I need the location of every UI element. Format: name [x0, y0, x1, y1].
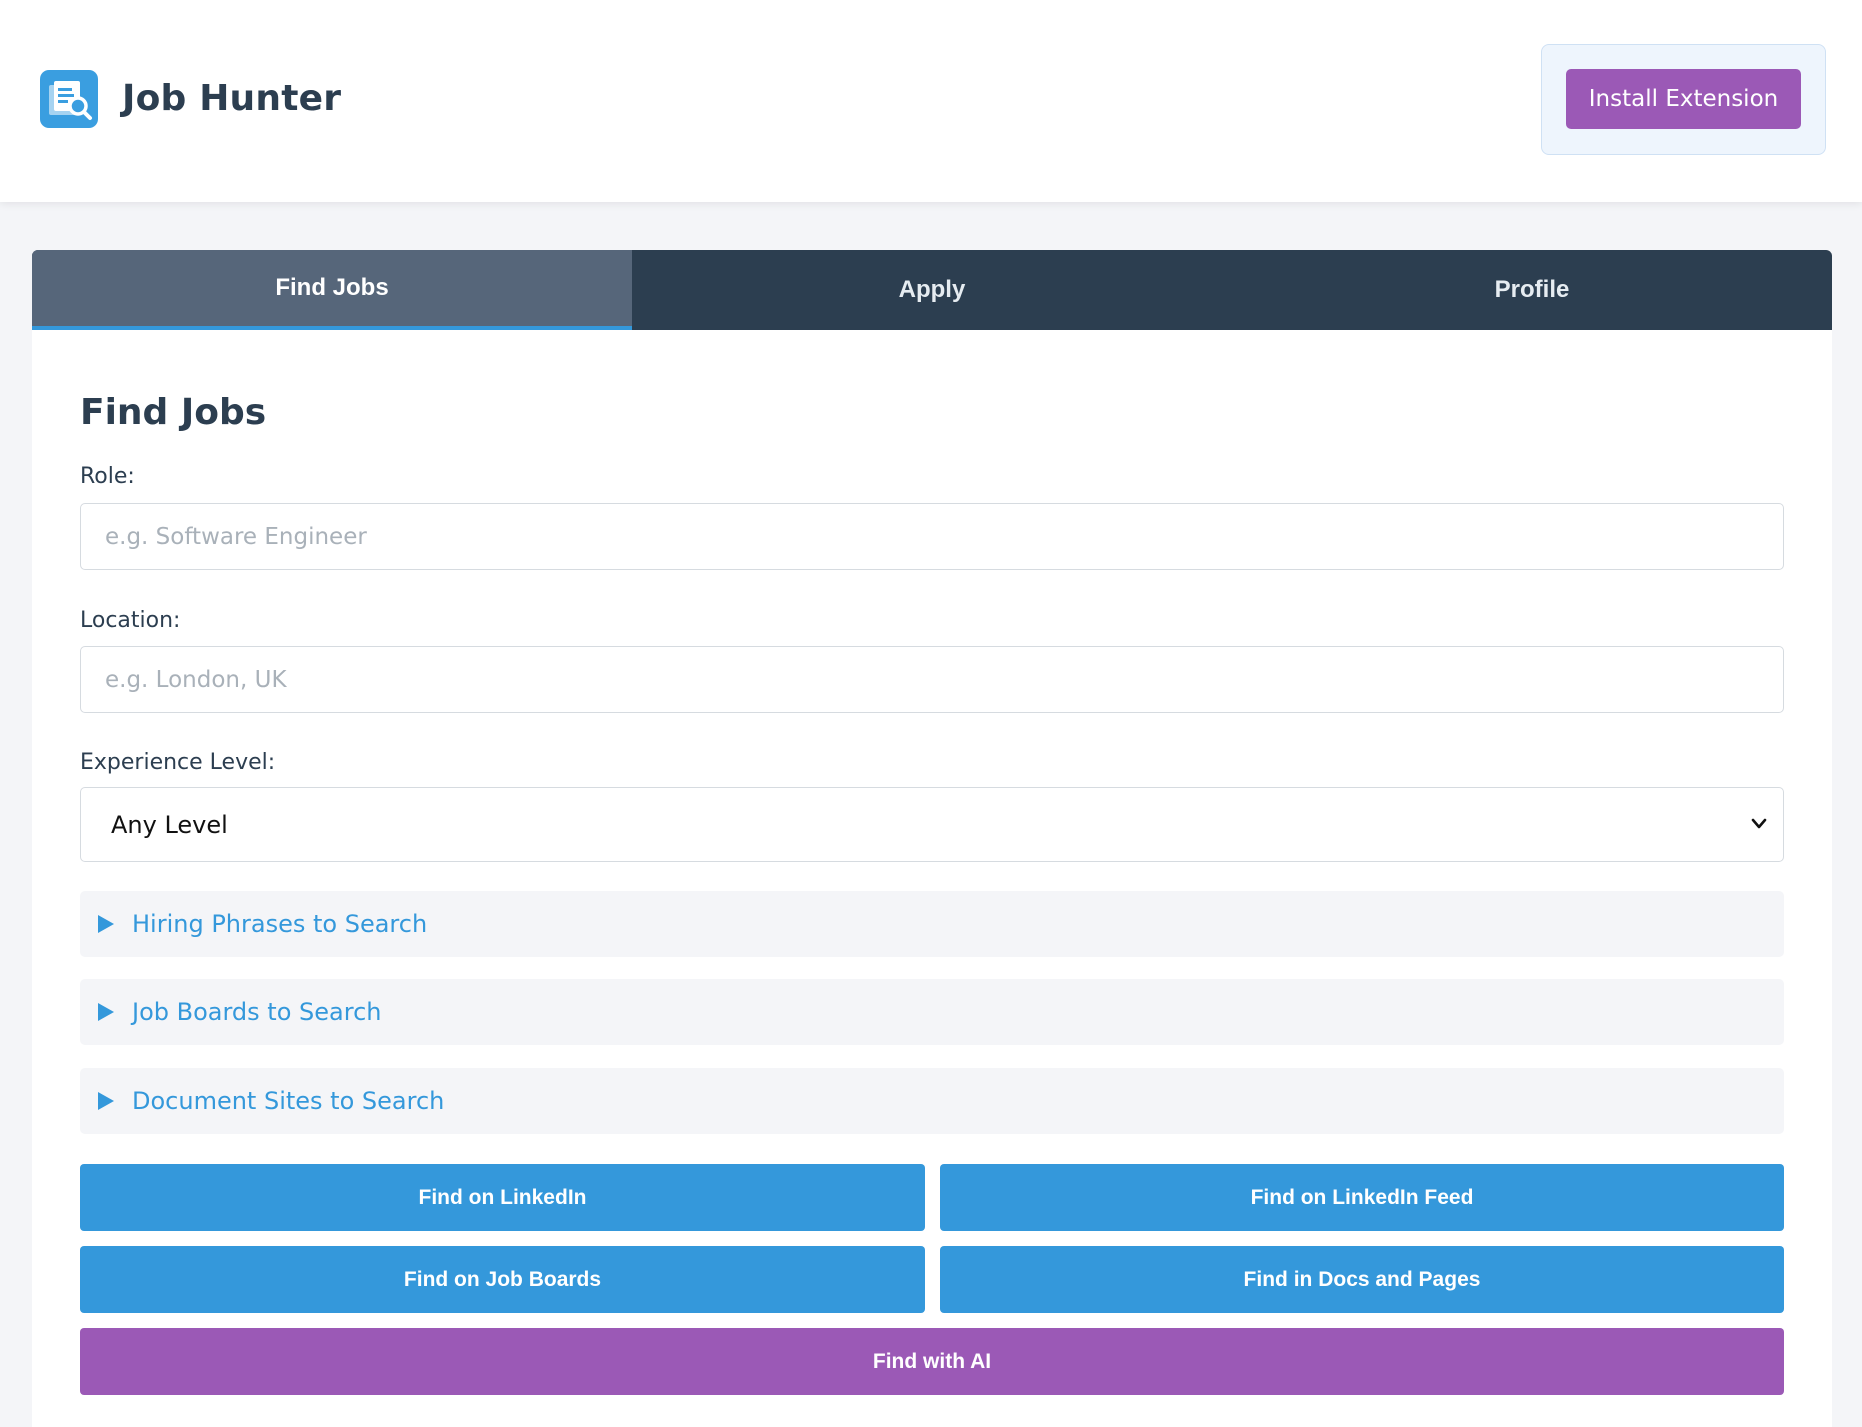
accordion-label: Job Boards to Search: [132, 998, 382, 1026]
accordion-job-boards[interactable]: Job Boards to Search: [80, 979, 1784, 1045]
extension-panel: Install Extension: [1541, 44, 1826, 155]
tab-profile[interactable]: Profile: [1232, 250, 1832, 330]
accordion-document-sites[interactable]: Document Sites to Search: [80, 1068, 1784, 1134]
find-on-linkedin-feed-button[interactable]: Find on LinkedIn Feed: [940, 1164, 1784, 1231]
find-in-docs-and-pages-button[interactable]: Find in Docs and Pages: [940, 1246, 1784, 1313]
install-extension-button[interactable]: Install Extension: [1566, 69, 1801, 129]
role-input[interactable]: [80, 503, 1784, 570]
find-on-linkedin-button[interactable]: Find on LinkedIn: [80, 1164, 925, 1231]
tab-apply[interactable]: Apply: [632, 250, 1232, 330]
find-with-ai-button[interactable]: Find with AI: [80, 1328, 1784, 1395]
app-title: Job Hunter: [122, 78, 342, 119]
location-label: Location:: [80, 608, 181, 633]
triangle-right-icon: [98, 915, 114, 933]
triangle-right-icon: [98, 1003, 114, 1021]
tab-find-jobs[interactable]: Find Jobs: [32, 250, 632, 330]
app-header: Job Hunter Install Extension: [0, 0, 1862, 202]
location-input[interactable]: [80, 646, 1784, 713]
chevron-down-icon: [1751, 818, 1767, 829]
document-search-icon: [40, 70, 98, 128]
section-title: Find Jobs: [80, 392, 267, 433]
role-label: Role:: [80, 464, 135, 489]
accordion-label: Hiring Phrases to Search: [132, 910, 428, 938]
experience-select-value: Any Level: [111, 810, 228, 839]
experience-label: Experience Level:: [80, 750, 276, 775]
experience-select[interactable]: Any Level: [80, 787, 1784, 862]
accordion-hiring-phrases[interactable]: Hiring Phrases to Search: [80, 891, 1784, 957]
find-on-job-boards-button[interactable]: Find on Job Boards: [80, 1246, 925, 1313]
main-tabs: Find Jobs Apply Profile: [32, 250, 1832, 330]
find-jobs-panel: Find Jobs Role: Location: Experience Lev…: [32, 330, 1832, 1427]
triangle-right-icon: [98, 1092, 114, 1110]
accordion-label: Document Sites to Search: [132, 1087, 445, 1115]
